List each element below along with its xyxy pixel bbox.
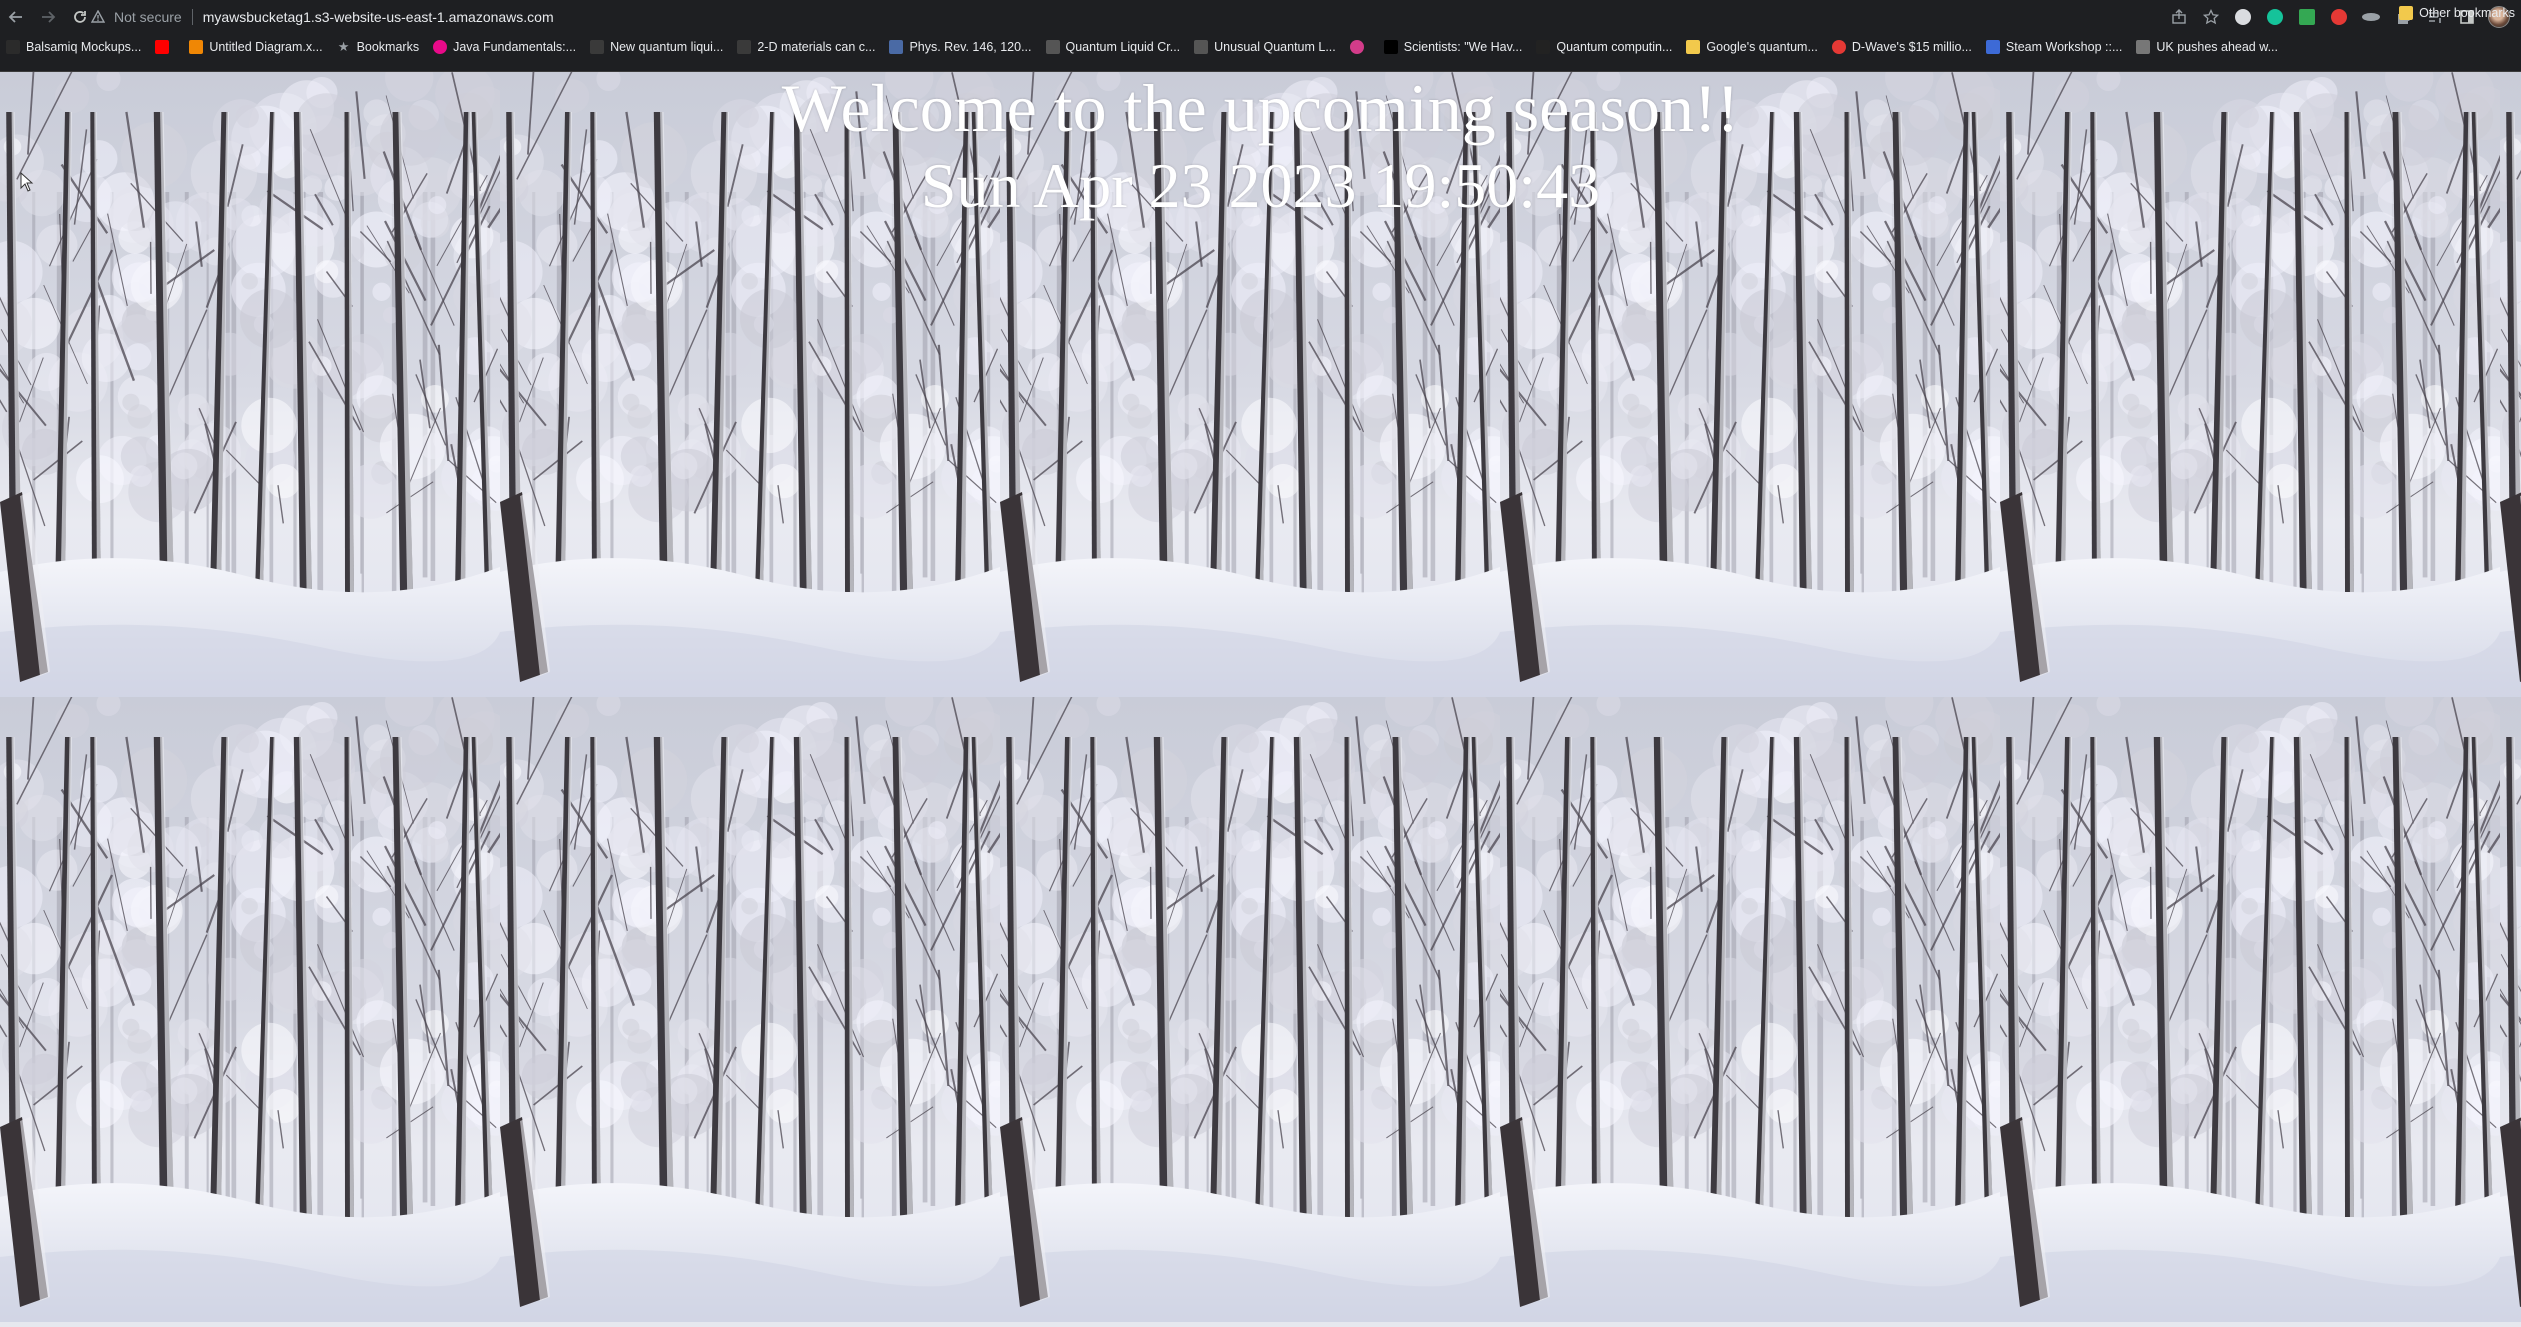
bookmark-item[interactable]: ★ Bookmarks [331,35,428,59]
snowy-forest-image [1000,697,1500,1322]
back-button[interactable] [0,0,32,34]
background-tile [2000,697,2500,1322]
background-tile [500,697,1000,1322]
bookmark-item[interactable]: Java Fundamentals:... [427,35,584,59]
power-icon [1831,40,1846,54]
star-icon: ★ [337,39,350,54]
extension-button[interactable] [2325,3,2353,31]
bookmark-item[interactable]: Balsamiq Mockups... [0,35,149,59]
bookmark-item[interactable]: Google's quantum... [1680,35,1825,59]
security-status[interactable]: Not secure [114,9,182,25]
background-tiles [0,72,2521,1322]
bookmark-star-button[interactable] [2197,3,2225,31]
steam-icon [1985,40,2000,54]
reload-icon [74,11,86,23]
mouse-cursor-icon [20,172,34,192]
dots-icon [2136,40,2151,54]
other-bookmarks-button[interactable]: Other bookmarks [2399,0,2521,26]
bookmark-item[interactable] [1344,35,1378,59]
bookmark-label: Untitled Diagram.x... [209,40,323,54]
bookmark-item[interactable]: Untitled Diagram.x... [183,35,330,59]
bookmark-item[interactable]: 2-D materials can c... [731,35,883,59]
background-tile [1000,697,1500,1322]
extension-button[interactable] [2293,3,2321,31]
background-tile [2500,697,2521,1322]
share-button[interactable] [2165,3,2193,31]
browser-toolbar: Not secure myawsbucketag1.s3-website-us-… [0,0,2521,34]
record-extension-icon [2331,9,2347,25]
bookmark-label: Quantum Liquid Cr... [1065,40,1181,54]
warning-triangle-icon[interactable] [90,9,106,25]
background-tile [0,697,500,1322]
sd-icon [737,40,752,54]
drawio-icon [189,40,204,54]
ieee-icon [1045,40,1060,54]
bookmark-item[interactable]: Steam Workshop ::... [1980,35,2130,59]
star-outline-icon [2203,9,2219,25]
bookmark-label: Unusual Quantum L... [1214,40,1336,54]
other-bookmarks-label: Other bookmarks [2419,6,2515,20]
back-arrow-icon [8,11,22,23]
bookmark-label: D-Wave's $15 millio... [1851,40,1972,54]
forbes-icon [1383,40,1398,54]
bookmark-label: Google's quantum... [1706,40,1818,54]
url-text[interactable]: myawsbucketag1.s3-website-us-east-1.amaz… [203,9,554,25]
bookmark-item[interactable]: Quantum computin... [1530,35,1680,59]
background-tile [1500,697,2000,1322]
bookmark-label: UK pushes ahead w... [2156,40,2278,54]
snowy-forest-image [500,697,1000,1322]
page-title: Welcome to the upcoming season!! [781,72,1740,146]
bookmark-label: Balsamiq Mockups... [26,40,142,54]
address-bar[interactable]: Not secure myawsbucketag1.s3-website-us-… [90,3,2180,31]
bookmark-label: Bookmarks [356,40,420,54]
sheets-extension-icon [2299,9,2315,25]
bookmark-label: Phys. Rev. 146, 120... [909,40,1032,54]
bookmark-item[interactable]: New quantum liqui... [584,35,731,59]
browser-chrome: Not secure myawsbucketag1.s3-website-us-… [0,0,2521,72]
extension-button[interactable] [2229,3,2257,31]
bitwarden-extension-icon [2235,9,2251,25]
youtube-icon [155,40,170,54]
glasses-extension-icon [2362,13,2380,21]
bookmark-label: New quantum liqui... [610,40,724,54]
page-viewport: Welcome to the upcoming season!! Sun Apr… [0,72,2521,1327]
snowy-forest-image [0,697,500,1322]
wsj-icon [1536,40,1551,54]
bookmark-label: Java Fundamentals:... [453,40,577,54]
ieee-icon [1194,40,1209,54]
folder-icon [2399,6,2414,20]
bookmark-label: Steam Workshop ::... [2005,40,2123,54]
bookmark-label: Quantum computin... [1556,40,1673,54]
extension-button[interactable] [2261,3,2289,31]
bookmark-label: Scientists: "We Hav... [1403,40,1523,54]
grammarly-extension-icon [2267,9,2283,25]
bookmark-item[interactable]: Unusual Quantum L... [1188,35,1344,59]
share-icon [2172,9,2186,24]
forward-button[interactable] [32,0,64,34]
circle-icon [1349,40,1364,54]
balsamiq-icon [6,40,20,54]
extension-button[interactable] [2357,3,2385,31]
forward-arrow-icon [42,11,56,23]
bookmark-label: 2-D materials can c... [757,40,876,54]
bookmark-item[interactable]: D-Wave's $15 millio... [1826,35,1980,59]
sd-icon [590,40,605,54]
page-clock: Sun Apr 23 2023 19:50:43 [920,150,1601,221]
aps-icon [889,40,904,54]
snowy-forest-image [2000,697,2500,1322]
bookmarks-bar: Balsamiq Mockups... Untitled Diagram.x...… [0,34,2521,60]
bookmark-item[interactable] [149,35,183,59]
address-separator [191,9,193,25]
bookmark-item[interactable]: UK pushes ahead w... [2130,35,2286,59]
bookmark-item[interactable]: Quantum Liquid Cr... [1040,35,1189,59]
snowy-forest-image [1500,697,2000,1322]
bookmark-item[interactable]: Phys. Rev. 146, 120... [883,35,1039,59]
pluralsight-icon [433,40,448,54]
bookmark-item[interactable]: Scientists: "We Hav... [1378,35,1531,59]
folder-icon [1686,40,1701,54]
snowy-forest-image [2500,697,2521,1322]
